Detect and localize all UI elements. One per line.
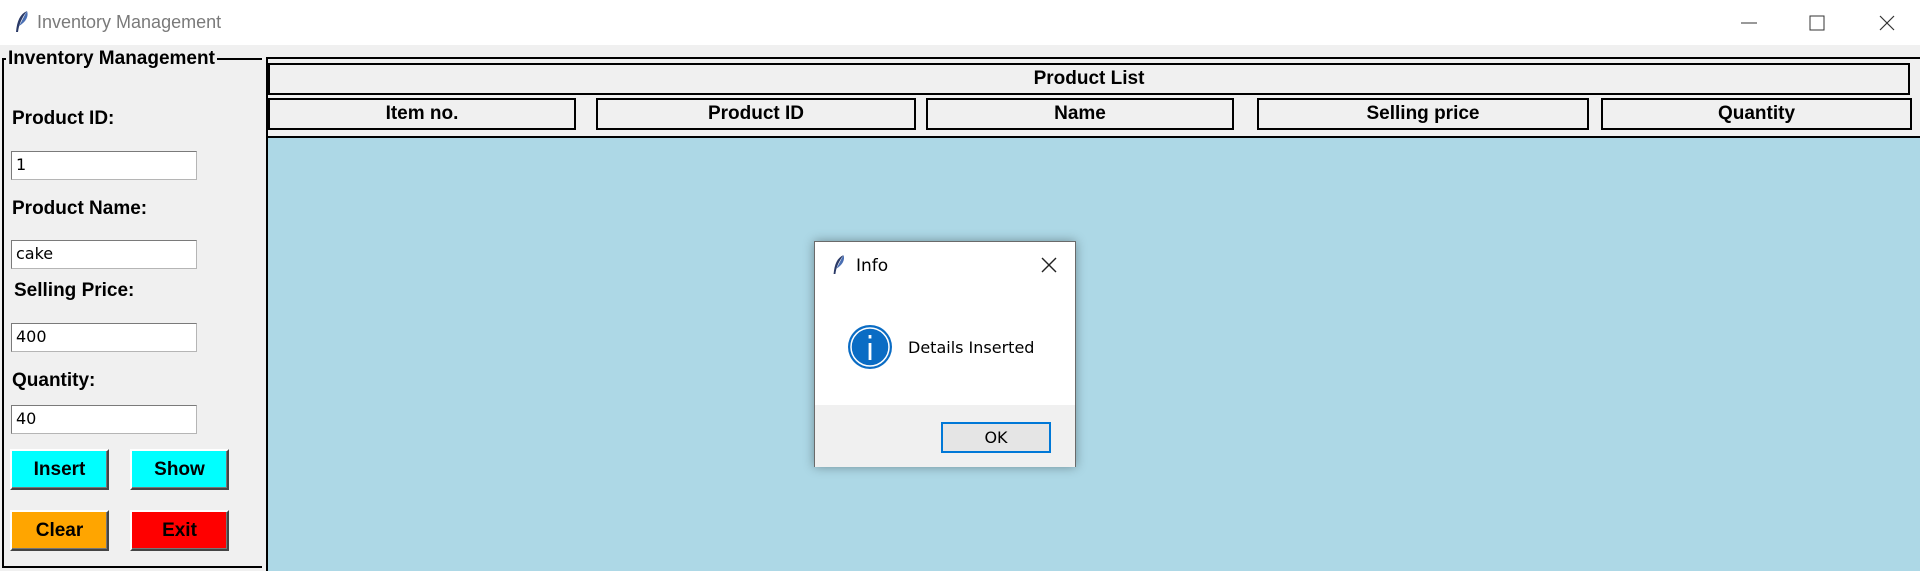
window-title: Inventory Management	[37, 12, 222, 32]
dialog-title: Info	[856, 256, 889, 276]
dialog-close-button[interactable]	[1031, 250, 1067, 280]
ok-button[interactable]: OK	[941, 422, 1051, 453]
column-header-quantity: Quantity	[1601, 98, 1912, 130]
window-title-bar: Inventory Management	[0, 0, 1920, 45]
minimize-icon	[1741, 22, 1757, 23]
exit-button[interactable]: Exit	[130, 510, 229, 551]
dialog-message: Details Inserted	[908, 338, 1035, 357]
product-id-label: Product ID:	[12, 108, 115, 129]
selling-price-input[interactable]: 400	[11, 323, 197, 352]
quantity-label: Quantity:	[12, 370, 96, 391]
product-id-input[interactable]: 1	[11, 151, 197, 180]
minimize-button[interactable]	[1714, 0, 1784, 45]
maximize-icon	[1809, 15, 1825, 30]
feather-icon	[833, 255, 845, 274]
product-listbox[interactable]	[268, 136, 1920, 571]
product-name-label: Product Name:	[12, 198, 148, 219]
clear-button[interactable]: Clear	[10, 510, 109, 551]
close-window-button[interactable]	[1852, 0, 1920, 45]
feather-icon	[16, 11, 28, 32]
product-list-panel: Product List Item no. Product ID Name Se…	[266, 57, 1920, 571]
column-header-product-id: Product ID	[596, 98, 916, 130]
column-header-item-no: Item no.	[268, 98, 576, 130]
info-icon	[848, 325, 892, 369]
close-icon	[1879, 15, 1895, 30]
group-title: Inventory Management	[6, 48, 217, 70]
column-header-name: Name	[926, 98, 1234, 130]
insert-button[interactable]: Insert	[10, 449, 109, 490]
show-button[interactable]: Show	[130, 449, 229, 490]
inventory-form-panel: Inventory Management Product ID: 1 Produ…	[0, 45, 266, 571]
product-list-title: Product List	[268, 63, 1910, 95]
selling-price-label: Selling Price:	[14, 280, 135, 301]
product-name-input[interactable]: cake	[11, 240, 197, 269]
close-icon	[1041, 257, 1057, 273]
info-dialog: Info Details Inserted OK	[814, 241, 1076, 467]
group-border	[2, 58, 262, 568]
maximize-button[interactable]	[1782, 0, 1852, 45]
quantity-input[interactable]: 40	[11, 405, 197, 434]
column-header-selling-price: Selling price	[1257, 98, 1589, 130]
